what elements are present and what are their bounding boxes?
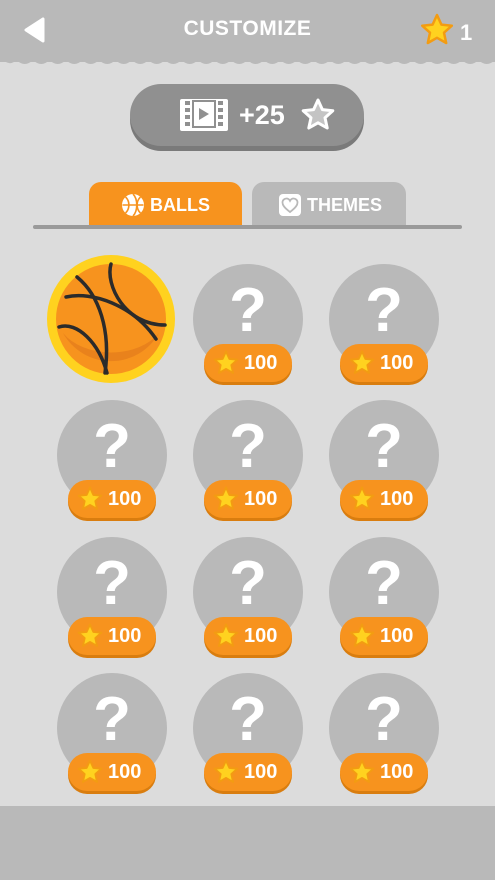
unlock-price-label: 100 [244, 625, 278, 647]
star-icon [349, 759, 375, 783]
unlock-price-label: 100 [380, 488, 414, 510]
tab-themes[interactable]: THEMES [252, 182, 406, 226]
unlock-price-label: 100 [108, 488, 142, 510]
unlock-price-button[interactable]: 100 [204, 753, 292, 791]
unlock-price-button[interactable]: 100 [340, 480, 428, 518]
unlock-price-label: 100 [244, 488, 278, 510]
basketball-icon [122, 193, 144, 217]
unlock-price-button[interactable]: 100 [204, 344, 292, 382]
video-reward-label: +25 [239, 100, 285, 130]
locked-question-mark: ? [229, 549, 267, 618]
locked-question-mark: ? [365, 412, 403, 481]
ball-slot-locked[interactable]: ? 100 [329, 400, 439, 526]
star-count-label: 1 [460, 20, 473, 45]
locked-question-mark: ? [229, 412, 267, 481]
unlock-price-label: 100 [380, 625, 414, 647]
star-outline-icon [301, 98, 335, 130]
unlock-price-button[interactable]: 100 [340, 617, 428, 655]
locked-question-mark: ? [93, 412, 131, 481]
watch-video-button[interactable]: +25 [130, 84, 364, 146]
locked-question-mark: ? [365, 276, 403, 345]
top-bar: CUSTOMIZE 1 [0, 0, 495, 62]
unlock-price-label: 100 [380, 352, 414, 374]
unlock-price-label: 100 [108, 761, 142, 783]
tab-balls[interactable]: BALLS [89, 182, 242, 226]
unlock-price-label: 100 [380, 761, 414, 783]
star-icon [349, 486, 375, 510]
locked-question-mark: ? [93, 685, 131, 754]
unlock-price-label: 100 [244, 761, 278, 783]
unlock-price-label: 100 [244, 352, 278, 374]
locked-question-mark: ? [365, 685, 403, 754]
locked-question-mark: ? [229, 685, 267, 754]
star-balance: 1 [420, 13, 480, 47]
ball-slot-locked[interactable]: ? 100 [329, 537, 439, 663]
star-icon [349, 350, 375, 374]
star-icon [213, 623, 239, 647]
unlock-price-label: 100 [108, 625, 142, 647]
video-film-icon [180, 99, 228, 131]
ball-slot-locked[interactable]: ? 100 [193, 400, 303, 526]
header-wave-edge [0, 56, 495, 64]
tab-themes-label: THEMES [307, 195, 383, 215]
star-icon [77, 486, 103, 510]
locked-question-mark: ? [365, 549, 403, 618]
ball-slot-locked[interactable]: ? 100 [193, 537, 303, 663]
locked-question-mark: ? [229, 276, 267, 345]
unlock-price-button[interactable]: 100 [340, 753, 428, 791]
star-icon [77, 759, 103, 783]
unlock-price-button[interactable]: 100 [68, 480, 156, 518]
star-icon [213, 350, 239, 374]
ball-slot-locked[interactable]: ? 100 [329, 673, 439, 799]
star-icon [213, 759, 239, 783]
basketball-ball-icon [47, 255, 175, 383]
locked-question-mark: ? [93, 549, 131, 618]
ball-slot-locked[interactable]: ? 100 [193, 673, 303, 799]
heart-icon [279, 194, 301, 216]
ball-slot-locked[interactable]: ? 100 [57, 400, 167, 526]
ball-slot-locked[interactable]: ? 100 [57, 673, 167, 799]
tab-balls-label: BALLS [150, 195, 210, 215]
unlock-price-button[interactable]: 100 [204, 617, 292, 655]
star-icon [77, 623, 103, 647]
star-icon [420, 13, 454, 45]
unlock-price-button[interactable]: 100 [204, 480, 292, 518]
star-icon [349, 623, 375, 647]
ball-slot-locked[interactable]: ? 100 [193, 264, 303, 390]
tab-divider [33, 225, 462, 229]
bottom-bar [0, 806, 495, 880]
star-icon [213, 486, 239, 510]
ball-slot-locked[interactable]: ? 100 [57, 537, 167, 663]
unlock-price-button[interactable]: 100 [340, 344, 428, 382]
ball-slot-selected-basketball[interactable] [47, 255, 175, 383]
unlock-price-button[interactable]: 100 [68, 617, 156, 655]
ball-slot-locked[interactable]: ? 100 [329, 264, 439, 390]
unlock-price-button[interactable]: 100 [68, 753, 156, 791]
